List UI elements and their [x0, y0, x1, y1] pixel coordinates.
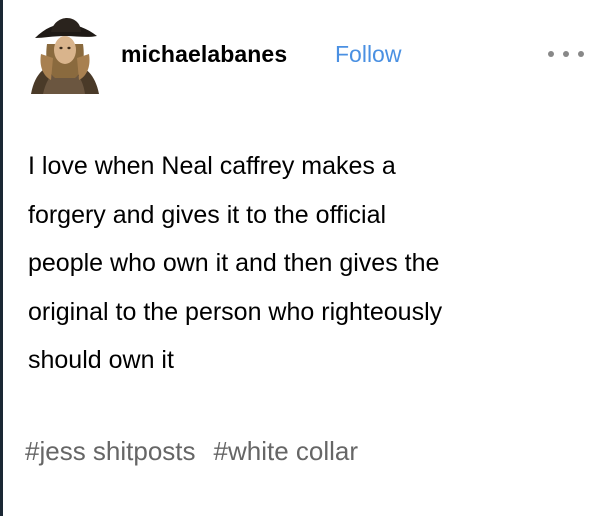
more-horizontal-icon[interactable] — [548, 48, 584, 60]
avatar[interactable] — [25, 14, 105, 94]
more-dot — [563, 51, 569, 57]
post-header: michaelabanes Follow — [25, 14, 584, 94]
username[interactable]: michaelabanes — [121, 41, 287, 68]
follow-button[interactable]: Follow — [335, 41, 401, 68]
post-body-text: I love when Neal caffrey makes a forgery… — [28, 152, 443, 374]
post-card: michaelabanes Follow I love when Neal ca… — [3, 0, 598, 516]
tag-link[interactable]: #white collar — [214, 436, 359, 467]
more-dot — [548, 51, 554, 57]
more-dot — [578, 51, 584, 57]
avatar-image — [25, 14, 105, 94]
tag-link[interactable]: #jess shitposts — [25, 436, 196, 467]
post-tags: #jess shitposts #white collar — [25, 436, 358, 467]
